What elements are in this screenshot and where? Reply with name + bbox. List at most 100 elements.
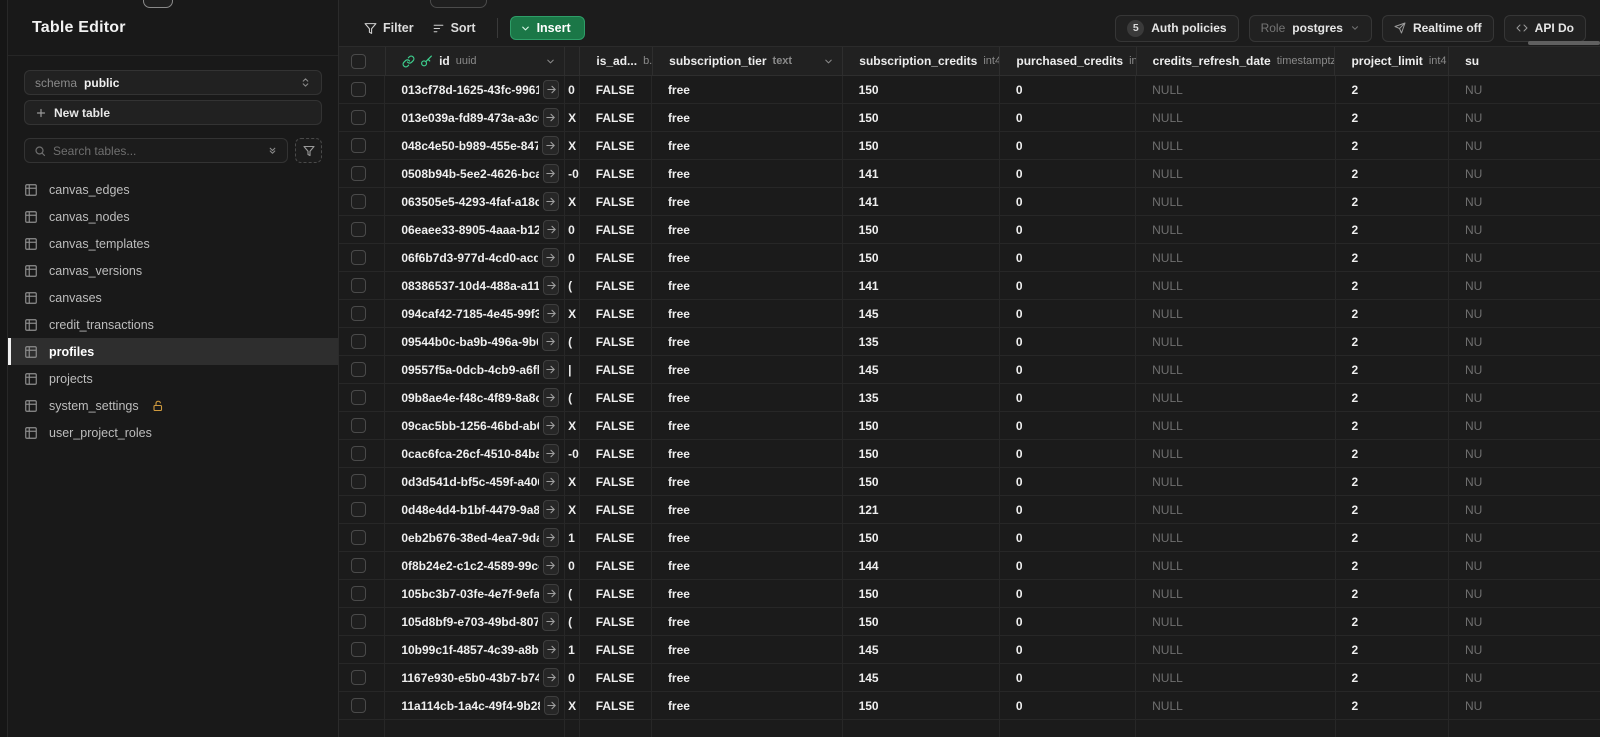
- table-row[interactable]: 094caf42-7185-4e45-99f3-14abee... X FALS…: [339, 300, 1600, 328]
- sidebar-table-item[interactable]: projects: [8, 365, 338, 392]
- cell-credits-refresh-date[interactable]: NULL: [1136, 132, 1336, 159]
- cell-credits-refresh-date[interactable]: NULL: [1136, 216, 1336, 243]
- cell-clipped-column[interactable]: X: [565, 300, 580, 327]
- cell-subscription-tier[interactable]: free: [652, 76, 843, 103]
- column-header[interactable]: is_ad... b...: [580, 47, 654, 75]
- cell-credits-refresh-date[interactable]: NULL: [1136, 524, 1336, 551]
- cell-id[interactable]: 09557f5a-0dcb-4cb9-a6fb-fff366...: [385, 356, 566, 383]
- cell-su-clipped[interactable]: NU: [1449, 328, 1600, 355]
- cell-su-clipped[interactable]: NU: [1449, 76, 1600, 103]
- role-select-button[interactable]: Role postgres: [1248, 14, 1372, 42]
- sidebar-table-item[interactable]: canvas_nodes: [8, 203, 338, 230]
- cell-id[interactable]: 0508b94b-5ee2-4626-bca1-4bca...: [385, 160, 566, 187]
- row-checkbox[interactable]: [351, 110, 366, 125]
- cell-is-admin[interactable]: FALSE: [580, 440, 652, 467]
- cell-purchased-credits[interactable]: 0: [1000, 580, 1137, 607]
- table-row[interactable]: 063505e5-4293-4faf-a18c-0e65b... X FALSE…: [339, 188, 1600, 216]
- cell-id[interactable]: 0d3d541d-bf5c-459f-a406-16b93...: [385, 468, 566, 495]
- table-row[interactable]: 06eaee33-8905-4aaa-b121-ab552... 0 FALSE…: [339, 216, 1600, 244]
- cell-subscription-tier[interactable]: free: [652, 244, 843, 271]
- cell-is-admin[interactable]: FALSE: [580, 160, 652, 187]
- table-row[interactable]: 0eb2b676-38ed-4ea7-9dad-38e6... 1 FALSE …: [339, 524, 1600, 552]
- cell-su-clipped[interactable]: NU: [1449, 440, 1600, 467]
- row-checkbox[interactable]: [351, 446, 366, 461]
- cell-credits-refresh-date[interactable]: NULL: [1136, 664, 1336, 691]
- cell-credits-refresh-date[interactable]: NULL: [1136, 636, 1336, 663]
- api-docs-button[interactable]: API Do: [1503, 14, 1586, 42]
- cell-clipped-column[interactable]: -0: [565, 440, 580, 467]
- realtime-toggle-button[interactable]: Realtime off: [1381, 14, 1494, 42]
- cell-clipped-column[interactable]: (: [565, 608, 580, 635]
- cell-is-admin[interactable]: FALSE: [580, 412, 652, 439]
- cell-clipped-column[interactable]: (: [565, 272, 580, 299]
- table-row[interactable]: 09b8ae4e-f48c-4f89-8a8c-1629b... ( FALSE…: [339, 384, 1600, 412]
- cell-purchased-credits[interactable]: 0: [1000, 384, 1137, 411]
- cell-subscription-tier[interactable]: free: [652, 272, 843, 299]
- cell-purchased-credits[interactable]: 0: [1000, 608, 1137, 635]
- cell-is-admin[interactable]: FALSE: [580, 132, 652, 159]
- cell-clipped-column[interactable]: X: [565, 412, 580, 439]
- column-header[interactable]: id uuid: [386, 47, 565, 75]
- column-header[interactable]: credits_refresh_date timestamptz: [1137, 47, 1336, 75]
- cell-id[interactable]: 10b99c1f-4857-4c39-a8b1-263b8...: [385, 636, 566, 663]
- cell-subscription-tier[interactable]: free: [652, 328, 843, 355]
- cell-credits-refresh-date[interactable]: NULL: [1136, 160, 1336, 187]
- row-checkbox[interactable]: [351, 138, 366, 153]
- cell-credits-refresh-date[interactable]: NULL: [1136, 692, 1336, 719]
- cell-subscription-tier[interactable]: free: [652, 496, 843, 523]
- cell-is-admin[interactable]: FALSE: [580, 300, 652, 327]
- cell-project-limit[interactable]: 2: [1336, 552, 1449, 579]
- cell-is-admin[interactable]: FALSE: [580, 272, 652, 299]
- search-tables-input[interactable]: Search tables...: [24, 138, 288, 163]
- cell-purchased-credits[interactable]: 0: [1000, 244, 1137, 271]
- cell-is-admin[interactable]: FALSE: [580, 636, 652, 663]
- sidebar-table-item[interactable]: profiles: [8, 338, 338, 365]
- cell-id[interactable]: 09b8ae4e-f48c-4f89-8a8c-1629b...: [385, 384, 566, 411]
- table-row[interactable]: [339, 720, 1600, 737]
- cell-credits-refresh-date[interactable]: NULL: [1136, 580, 1336, 607]
- cell-subscription-credits[interactable]: 150: [843, 412, 1000, 439]
- cell-purchased-credits[interactable]: 0: [1000, 664, 1137, 691]
- cell-clipped-column[interactable]: X: [565, 132, 580, 159]
- sidebar-table-item[interactable]: canvas_templates: [8, 230, 338, 257]
- cell-project-limit[interactable]: 2: [1336, 664, 1449, 691]
- cell-purchased-credits[interactable]: 0: [1000, 440, 1137, 467]
- cell-subscription-credits[interactable]: 135: [843, 328, 1000, 355]
- cell-is-admin[interactable]: FALSE: [580, 608, 652, 635]
- row-checkbox[interactable]: [351, 558, 366, 573]
- cell-is-admin[interactable]: [580, 720, 652, 737]
- cell-purchased-credits[interactable]: 0: [1000, 216, 1137, 243]
- cell-subscription-tier[interactable]: free: [652, 440, 843, 467]
- cell-is-admin[interactable]: FALSE: [580, 468, 652, 495]
- cell-credits-refresh-date[interactable]: NULL: [1136, 384, 1336, 411]
- cell-credits-refresh-date[interactable]: NULL: [1136, 496, 1336, 523]
- cell-subscription-tier[interactable]: free: [652, 356, 843, 383]
- cell-clipped-column[interactable]: |: [565, 356, 580, 383]
- cell-is-admin[interactable]: FALSE: [580, 356, 652, 383]
- cell-subscription-credits[interactable]: 145: [843, 636, 1000, 663]
- table-row[interactable]: 10b99c1f-4857-4c39-a8b1-263b8... 1 FALSE…: [339, 636, 1600, 664]
- cell-purchased-credits[interactable]: 0: [1000, 300, 1137, 327]
- cell-is-admin[interactable]: FALSE: [580, 580, 652, 607]
- cell-id[interactable]: 0d48e4d4-b1bf-4479-9a8b-4a4b...: [385, 496, 566, 523]
- row-checkbox[interactable]: [351, 306, 366, 321]
- expand-row-button[interactable]: [542, 248, 560, 267]
- cell-clipped-column[interactable]: [565, 720, 580, 737]
- row-checkbox[interactable]: [351, 474, 366, 489]
- cell-project-limit[interactable]: 2: [1336, 272, 1449, 299]
- cell-subscription-credits[interactable]: 121: [843, 496, 1000, 523]
- auth-policies-button[interactable]: 5 Auth policies: [1115, 14, 1239, 42]
- cell-id[interactable]: 11a114cb-1a4c-49f4-9b28-52219ec...: [385, 692, 566, 719]
- cell-project-limit[interactable]: 2: [1336, 160, 1449, 187]
- table-row[interactable]: 0cac6fca-26cf-4510-84ba-c4580... -0 FALS…: [339, 440, 1600, 468]
- cell-clipped-column[interactable]: 1: [565, 636, 580, 663]
- row-checkbox[interactable]: [351, 642, 366, 657]
- cell-subscription-credits[interactable]: 150: [843, 76, 1000, 103]
- cell-is-admin[interactable]: FALSE: [580, 384, 652, 411]
- expand-row-button[interactable]: [542, 472, 560, 491]
- expand-row-button[interactable]: [542, 528, 560, 547]
- cell-subscription-credits[interactable]: 145: [843, 664, 1000, 691]
- cell-su-clipped[interactable]: NU: [1449, 552, 1600, 579]
- table-row[interactable]: 048c4e50-b989-455e-847e-fb2f... X FALSE …: [339, 132, 1600, 160]
- cell-credits-refresh-date[interactable]: NULL: [1136, 300, 1336, 327]
